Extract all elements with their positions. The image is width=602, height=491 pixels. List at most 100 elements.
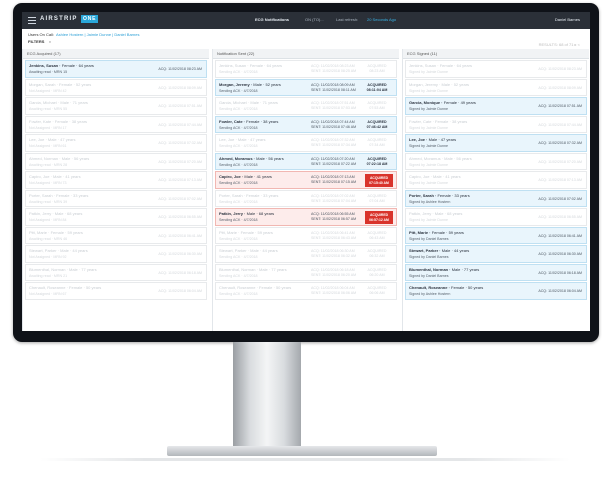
patient-card[interactable]: Porter, Sarah · Female · 33 years Awaitin… bbox=[25, 189, 207, 207]
patient-card[interactable]: Garcia, Michael · Male · 71 years Sending… bbox=[215, 97, 397, 115]
patient-card[interactable]: Garcia, Michael · Male · 71 years Awaitin… bbox=[25, 97, 207, 115]
acquired-time: ACQ: 11/02/2018 06:18 AM bbox=[311, 267, 355, 272]
patient-name: Stewart, Parker · Male · 44 years bbox=[29, 248, 88, 253]
patient-name-text: Capiro, Joe bbox=[219, 174, 241, 179]
patient-name-text: Lee, Joe bbox=[219, 137, 235, 142]
patient-card[interactable]: Fowler, Cate · Female · 38 years Signed b… bbox=[405, 115, 587, 133]
acquired-time: ACQ: 11/02/2018 07:02 AM bbox=[538, 196, 582, 201]
patient-card[interactable]: Porter, Sarah · Female · 33 years Signed … bbox=[405, 189, 587, 207]
alert-badge[interactable]: ACQUIRED 07:15:40 AM bbox=[365, 174, 393, 187]
notifications-label[interactable]: ECG Notifications bbox=[255, 17, 289, 22]
patient-card[interactable]: Lee, Joe · Male · 47 years Sending ACK · … bbox=[215, 134, 397, 152]
patient-card[interactable]: Patkin, Jerry · Male · 68 years Signed by… bbox=[405, 208, 587, 226]
patient-detail: Female · 50 years bbox=[259, 285, 292, 290]
patient-card[interactable]: Lee, Joe · Male · 47 years Not Assigned ·… bbox=[25, 134, 207, 152]
acquired-time: ACQ: 11/02/2018 07:20 AM bbox=[158, 159, 202, 164]
alert-badge[interactable]: ACQUIRED 06:57:12 AM bbox=[365, 211, 393, 224]
patient-card[interactable]: Patkin, Jerry · Male · 68 years Sending A… bbox=[215, 208, 397, 226]
patient-card[interactable]: Blumenthal, Norman · Male · 77 years Awai… bbox=[25, 263, 207, 281]
sent-time: SENT: 11/02/2018 06:06 AM bbox=[311, 291, 357, 295]
patient-card[interactable]: Pitt, Marie · Female · 59 years Sending A… bbox=[215, 226, 397, 244]
patient-card[interactable]: Chenault, Roseanne · Female · 50 years Si… bbox=[405, 282, 587, 300]
users-on-call-links[interactable]: Ashlee Hostern | Jaimie Dunne | Daniel B… bbox=[56, 32, 139, 37]
patient-card[interactable]: Ahmed, Moramus · Male · 56 years Signed b… bbox=[405, 152, 587, 170]
acquired-time: ACQ: 11/02/2018 06:55 AM bbox=[538, 215, 582, 219]
patient-name: Ahmed, Moramus · Male · 56 years bbox=[409, 156, 472, 161]
patient-card[interactable]: Morgan, Jeremy · Male · 52 years Sending … bbox=[215, 78, 397, 96]
patient-name-text: Lee, Joe bbox=[29, 137, 45, 142]
patient-card[interactable]: Patkin, Jerry · Male · 68 years Not Assig… bbox=[25, 208, 207, 226]
patient-card[interactable]: Garcia, Monique · Female · 49 years Signe… bbox=[405, 97, 587, 115]
patient-name: Morgan, Jeremy · Male · 52 years bbox=[219, 82, 281, 87]
acquired-time: ACQ: 11/02/2018 07:13 AM bbox=[158, 178, 202, 182]
sent-time: SENT: 11/02/2018 07:15 AM bbox=[311, 180, 357, 184]
acquired-time: ACQ: 11/02/2018 07:32 AM bbox=[538, 141, 582, 145]
user-menu[interactable]: Daniel Barnes bbox=[555, 17, 580, 22]
patient-card[interactable]: Morgan, Sarah · Female · 52 years Not Ass… bbox=[25, 78, 207, 96]
patient-card[interactable]: Stewart, Parker · Male · 44 years Not Ass… bbox=[25, 245, 207, 263]
patient-subtext: Signed by Jaimie Dunne bbox=[409, 88, 448, 93]
patient-name: Garcia, Monique · Female · 49 years bbox=[409, 100, 476, 105]
status-time: 08:23 AM bbox=[369, 69, 385, 73]
patient-card[interactable]: Jenkins, Susan · Female · 64 years Awaiti… bbox=[25, 60, 207, 78]
patient-card[interactable]: Jenkins, Susan · Female · 64 years Sendin… bbox=[215, 60, 397, 78]
patient-name-text: Stewart, Parker bbox=[409, 248, 439, 253]
acquired-time: ACQ: 11/02/2018 06:55 AM bbox=[158, 215, 202, 219]
results-pagination[interactable]: RESULTS: 68 of 71 ▸ < bbox=[539, 42, 580, 47]
patient-card[interactable]: Pitt, Marie · Female · 59 years Signed by… bbox=[405, 226, 587, 244]
patient-name: Fowler, Cate · Female · 38 years bbox=[219, 119, 278, 124]
patient-card[interactable]: Pitt, Marie · Female · 59 years Awaiting … bbox=[25, 226, 207, 244]
patient-card[interactable]: Porter, Sarah · Female · 33 years Sending… bbox=[215, 189, 397, 207]
patient-card[interactable]: Jenkins, Susan · Female · 64 years Signed… bbox=[405, 60, 587, 78]
patient-card[interactable]: Lee, Joe · Male · 47 years Signed by Jaim… bbox=[405, 134, 587, 152]
acquired-time: ACQ: 11/02/2018 06:41 AM bbox=[538, 233, 582, 238]
patient-card[interactable]: Chenault, Roseanne · Female · 50 years No… bbox=[25, 282, 207, 300]
patient-name: Patkin, Jerry · Male · 68 years bbox=[29, 211, 82, 216]
notifications-state[interactable]: ON (TO)... bbox=[305, 17, 324, 22]
patient-subtext: Sending ACK · 4/7/2018 bbox=[219, 255, 258, 259]
patient-card[interactable]: Ahmed, Moramus · Male · 56 years Sending … bbox=[215, 152, 397, 170]
acquired-time: ACQ: 11/02/2018 07:44 AM bbox=[538, 122, 582, 127]
column-header: ECG Signed (11) bbox=[403, 49, 589, 59]
patient-detail: Male · 44 years bbox=[250, 248, 278, 253]
patient-card[interactable]: Ahmed, Norman · Male · 56 years Awaiting … bbox=[25, 152, 207, 170]
patient-card[interactable]: Stewart, Parker · Male · 44 years Sending… bbox=[215, 245, 397, 263]
patient-name: Jenkins, Susan · Female · 64 years bbox=[29, 63, 94, 68]
acquired-time: ACQ: 11/02/2018 07:44 AM bbox=[158, 122, 202, 127]
patient-card[interactable]: Fowler, Kate · Female · 38 years Not Assi… bbox=[25, 115, 207, 133]
ecg-status: ACQUIRED 07:34 AM bbox=[362, 138, 392, 148]
patient-card[interactable]: Stewart, Parker · Male · 44 years Signed … bbox=[405, 245, 587, 263]
status-time: 06:06 AM bbox=[369, 291, 385, 295]
patient-card[interactable]: Capiro, Joe · Male · 41 years Not Assigne… bbox=[25, 171, 207, 189]
status-time: 06:20 AM bbox=[369, 272, 385, 277]
patient-card[interactable]: Capiro, Joe · Male · 41 years Signed by J… bbox=[405, 171, 587, 189]
patient-name-text: Ahmed, Moramus bbox=[219, 155, 253, 161]
patient-name-text: Chenault, Roseanne bbox=[409, 285, 448, 290]
patient-card[interactable]: Blumenthal, Norman · Male · 77 years Send… bbox=[215, 263, 397, 281]
patient-detail: Male · 56 years bbox=[61, 155, 90, 161]
patient-subtext: Sending ACK · 4/7/2018 bbox=[219, 125, 258, 130]
patient-name-text: Jenkins, Susan bbox=[29, 63, 59, 68]
patient-subtext: Signed by Daniel Barnes bbox=[409, 255, 449, 259]
patient-detail: Male · 47 years bbox=[47, 137, 76, 142]
patient-subtext: Not Assigned · MRN 92 bbox=[29, 255, 67, 259]
patient-card[interactable]: Capiro, Joe · Male · 41 years Sending ACK… bbox=[215, 171, 397, 189]
patient-card[interactable]: Blumenthal, Norman · Male · 77 years Sign… bbox=[405, 263, 587, 281]
patient-detail: Male · 44 years bbox=[441, 248, 470, 253]
patient-name: Porter, Sarah · Female · 33 years bbox=[219, 193, 278, 198]
patient-name-text: Morgan, Jeremy bbox=[409, 81, 438, 87]
filters-button[interactable]: FILTERS bbox=[28, 39, 44, 44]
filters-chevron-icon[interactable]: v bbox=[49, 39, 51, 44]
app-logo-suffix: ONE bbox=[81, 15, 99, 23]
patient-subtext: Signed by Jaimie Dunne bbox=[409, 181, 448, 185]
menu-icon[interactable] bbox=[28, 17, 36, 24]
patient-detail: Male · 52 years bbox=[253, 81, 281, 87]
acquired-time: ACQ: 11/02/2018 06:41 AM bbox=[311, 230, 355, 235]
patient-card[interactable]: Fowler, Cate · Female · 38 years Sending … bbox=[215, 115, 397, 133]
users-on-call-label: Users On Call: bbox=[28, 32, 55, 37]
patient-subtext: Signed by Jaimie Dunne bbox=[409, 125, 448, 130]
patient-card[interactable]: Morgan, Jeremy · Male · 52 years Signed b… bbox=[405, 78, 587, 96]
patient-name: Patkin, Jerry · Male · 68 years bbox=[219, 211, 274, 216]
patient-card[interactable]: Chenault, Roseanne · Female · 50 years Se… bbox=[215, 282, 397, 300]
patient-name: Pitt, Marie · Female · 59 years bbox=[29, 230, 83, 235]
